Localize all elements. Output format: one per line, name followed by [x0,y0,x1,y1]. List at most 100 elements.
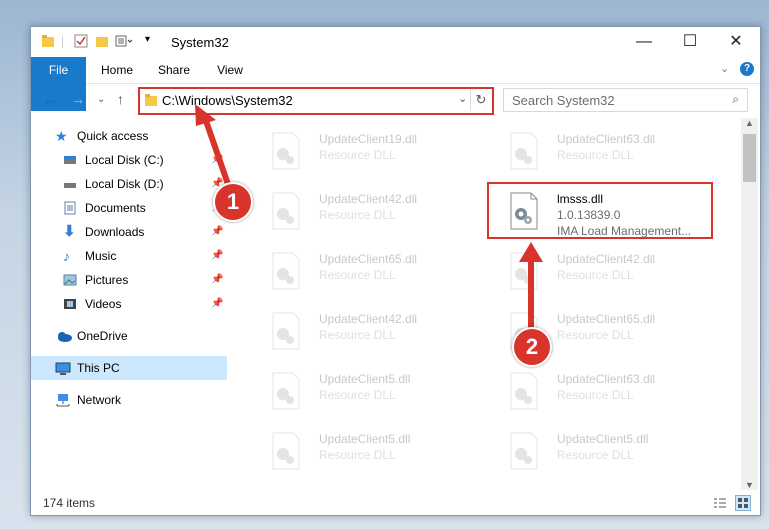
new-folder-icon[interactable] [95,34,109,48]
tab-view[interactable]: View [207,57,253,83]
file-name: UpdateClient5.dll [319,372,411,386]
file-item[interactable]: UpdateClient5.dll Resource DLL [251,426,476,480]
file-item[interactable]: UpdateClient42.dll Resource DLL [251,306,476,360]
file-description: Resource DLL [557,148,634,162]
tab-home[interactable]: Home [93,57,141,83]
scroll-down-icon[interactable]: ▼ [745,480,754,490]
pictures-icon [63,274,77,286]
search-placeholder: Search System32 [512,93,615,108]
dll-file-icon [510,372,538,410]
file-description: Resource DLL [319,208,396,222]
downloads-icon: ⬇ [63,223,76,240]
file-item[interactable]: UpdateClient63.dll Resource DLL [489,126,714,180]
target-file-highlight [487,182,713,239]
computer-icon [55,362,71,375]
folder-icon [145,94,157,106]
chevron-down-icon[interactable]: ⌄ [458,92,467,105]
sidebar-item-downloads[interactable]: ⬇ Downloads 📌 [31,220,227,244]
drive-icon [64,183,76,188]
pin-icon[interactable]: 📌 [211,292,223,316]
sidebar-item-documents[interactable]: Documents 📌 [31,196,227,220]
sidebar-item-this-pc[interactable]: This PC [31,356,227,380]
navigation-bar: ← → ⌄ ↑ C:\Windows\System32 ⌄ ↻ Search S… [31,84,760,118]
file-description: Resource DLL [319,448,396,462]
recent-locations-icon[interactable]: ⌄ [97,94,105,105]
file-item[interactable]: UpdateClient19.dll Resource DLL [251,126,476,180]
file-description: Resource DLL [557,268,634,282]
file-list: UpdateClient19.dll Resource DLL UpdateCl… [231,120,741,482]
sidebar-item-local-disk-c[interactable]: Local Disk (C:) 📌 [31,148,227,172]
file-name: UpdateClient65.dll [557,312,656,326]
file-name: UpdateClient42.dll [319,192,418,206]
separator: | [61,34,65,48]
large-icons-view-icon[interactable] [735,495,751,511]
dll-file-icon [272,312,300,350]
file-description: Resource DLL [557,448,634,462]
file-item[interactable]: UpdateClient42.dll Resource DLL [251,186,476,240]
close-button[interactable]: ✕ [713,27,759,57]
dll-file-icon [272,132,300,170]
status-bar: 174 items [31,491,760,515]
pin-icon[interactable]: 📌 [211,220,223,244]
sidebar-item-pictures[interactable]: Pictures 📌 [31,268,227,292]
sidebar-item-quick-access[interactable]: ★ Quick access [31,124,227,148]
search-input[interactable]: Search System32 ⌕ [503,88,748,112]
chevron-down-icon[interactable]: ▾ [145,34,150,45]
address-bar[interactable]: C:\Windows\System32 ⌄ ↻ [138,87,494,115]
forward-arrow-icon[interactable]: → [71,91,85,107]
help-icon[interactable]: ? [740,62,754,76]
file-description: Resource DLL [319,328,396,342]
pin-icon[interactable]: 📌 [211,268,223,292]
file-item[interactable]: UpdateClient42.dll Resource DLL [489,246,714,300]
scrollbar-thumb[interactable] [743,134,756,182]
maximize-button[interactable]: ☐ [667,27,713,57]
expand-ribbon-icon[interactable]: ⌄ [720,62,729,75]
file-name: UpdateClient5.dll [557,432,649,446]
title-bar: | ▾ System32 — ☐ ✕ [31,27,760,57]
sidebar-item-local-disk-d[interactable]: Local Disk (D:) 📌 [31,172,227,196]
sidebar-item-videos[interactable]: Videos 📌 [31,292,227,316]
dll-file-icon [510,252,538,290]
dll-file-icon [510,432,538,470]
details-view-icon[interactable] [713,496,727,510]
window-title: System32 [171,35,229,50]
file-description: Resource DLL [319,148,396,162]
minimize-button[interactable]: — [621,27,667,57]
step-badge-1: 1 [213,182,253,222]
pin-icon[interactable]: 📌 [211,148,223,172]
file-name: UpdateClient63.dll [557,132,656,146]
ribbon-tabs: File Home Share View ⌄ ? [31,57,760,111]
file-description: Resource DLL [319,268,396,282]
star-icon: ★ [55,128,68,144]
tab-share[interactable]: Share [151,57,197,83]
refresh-icon[interactable]: ↻ [470,89,491,111]
pin-icon[interactable]: 📌 [211,244,223,268]
file-name: UpdateClient42.dll [557,252,656,266]
file-name: UpdateClient5.dll [319,432,411,446]
customize-icon[interactable] [115,34,133,48]
scroll-up-icon[interactable]: ▲ [745,118,754,128]
item-count: 174 items [43,496,96,510]
sidebar-item-onedrive[interactable]: OneDrive [31,324,227,348]
vertical-scrollbar[interactable]: ▲ ▼ [741,118,758,490]
file-item[interactable]: UpdateClient5.dll Resource DLL [251,366,476,420]
address-path: C:\Windows\System32 [162,93,293,108]
back-arrow-icon[interactable]: ← [43,91,57,107]
sidebar-item-network[interactable]: Network [31,388,227,412]
file-description: Resource DLL [557,328,634,342]
search-icon[interactable]: ⌕ [732,92,739,107]
documents-icon [64,201,76,215]
dll-file-icon [510,132,538,170]
dll-file-icon [272,192,300,230]
file-item[interactable]: UpdateClient5.dll Resource DLL [489,426,714,480]
up-arrow-icon[interactable]: ↑ [117,91,124,107]
navigation-pane: ★ Quick access Local Disk (C:) 📌 Local D… [31,120,227,490]
file-name: UpdateClient19.dll [319,132,418,146]
file-item[interactable]: UpdateClient63.dll Resource DLL [489,366,714,420]
file-item[interactable]: UpdateClient65.dll Resource DLL [251,246,476,300]
sidebar-item-music[interactable]: ♪ Music 📌 [31,244,227,268]
folder-icon[interactable] [41,34,55,48]
network-icon [56,394,70,407]
file-description: Resource DLL [557,388,634,402]
properties-icon[interactable] [74,34,88,48]
